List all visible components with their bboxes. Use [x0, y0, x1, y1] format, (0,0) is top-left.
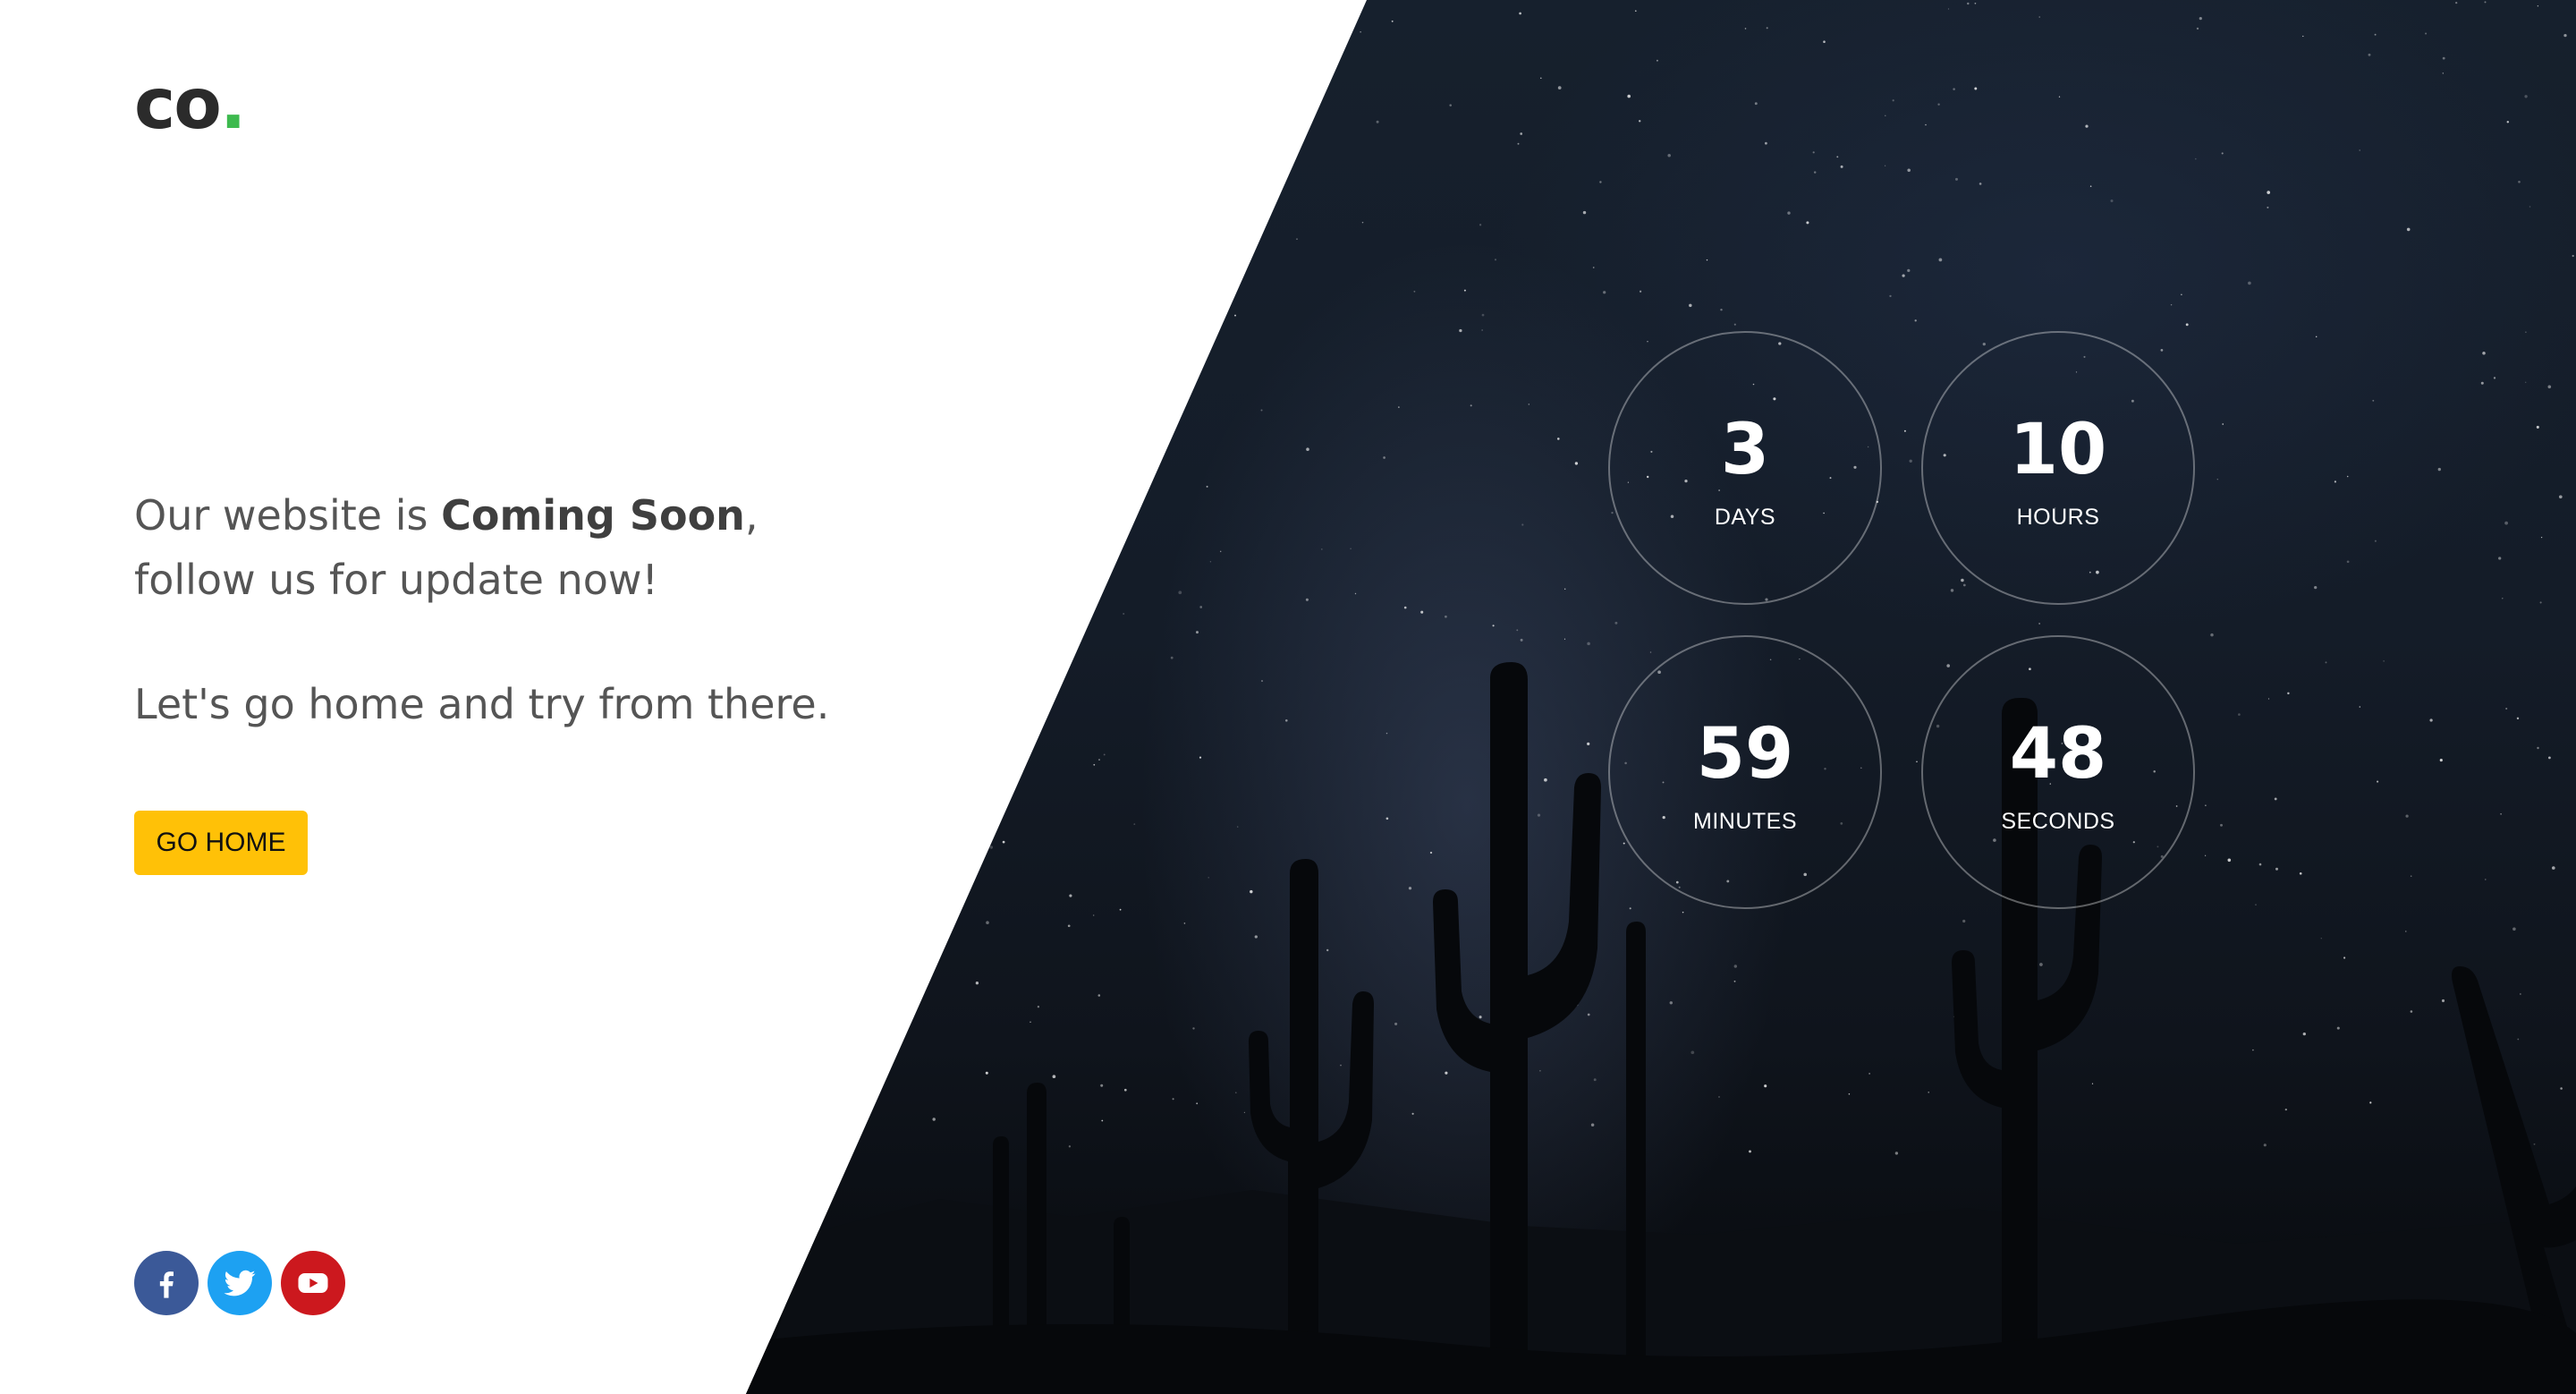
countdown-minutes: 59 MINUTES: [1608, 635, 1882, 909]
headline-bold: Coming Soon: [441, 491, 745, 540]
twitter-icon[interactable]: [208, 1251, 272, 1315]
minutes-value: 59: [1696, 713, 1794, 795]
youtube-icon[interactable]: [281, 1251, 345, 1315]
hours-value: 10: [2009, 409, 2107, 490]
minutes-label: MINUTES: [1693, 808, 1797, 834]
go-home-button[interactable]: GO HOME: [134, 811, 308, 875]
brand-logo[interactable]: co.: [134, 70, 246, 140]
headline-prefix: Our website is: [134, 491, 442, 540]
logo-dot: .: [219, 64, 247, 145]
days-value: 3: [1720, 409, 1770, 490]
countdown-days: 3 DAYS: [1608, 331, 1882, 605]
headline-line2: follow us for update now!: [134, 556, 658, 604]
countdown-hours: 10 HOURS: [1921, 331, 2195, 605]
countdown-seconds: 48 SECONDS: [1921, 635, 2195, 909]
logo-text: co: [134, 64, 222, 145]
headline-suffix: ,: [744, 491, 758, 540]
go-home-message: Let's go home and try from there.: [134, 680, 830, 728]
seconds-label: SECONDS: [2001, 808, 2115, 834]
days-label: DAYS: [1714, 504, 1776, 530]
facebook-icon[interactable]: [134, 1251, 199, 1315]
social-links: [134, 1251, 345, 1315]
hours-label: HOURS: [2016, 504, 2100, 530]
seconds-value: 48: [2009, 713, 2107, 795]
coming-soon-message: Our website is Coming Soon, follow us fo…: [134, 483, 939, 612]
